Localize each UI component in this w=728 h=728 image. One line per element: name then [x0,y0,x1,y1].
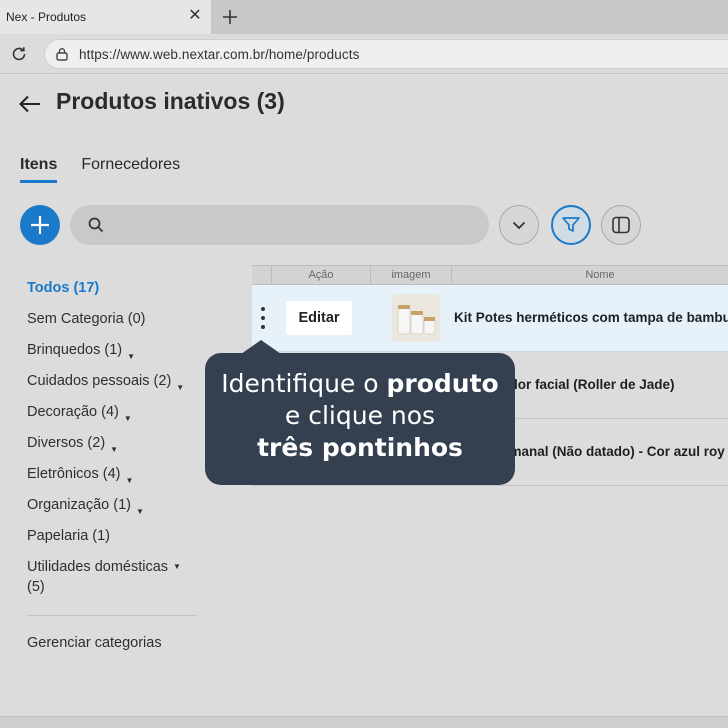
search-bar[interactable] [70,205,489,245]
back-arrow-icon[interactable] [16,90,44,118]
category-label-line2: (5) [27,579,45,595]
tooltip-line-3: três pontinhos [205,432,515,464]
column-header-imagem: imagem [370,266,451,285]
table-header: Ação imagem Nome [252,265,728,285]
url-field[interactable]: https://www.web.nextar.com.br/home/produ… [44,39,728,69]
category-item-diversos[interactable]: Diversos (2) ▼ [27,433,197,464]
caret-down-icon[interactable]: ▼ [173,557,181,577]
caret-down-icon[interactable]: ▼ [136,502,144,522]
category-sidebar: Todos (17) Sem Categoria (0) Brinquedos … [27,278,197,664]
category-label: Eletrônicos (4) [27,466,121,482]
category-label: Organização (1) [27,497,131,513]
manage-categories-link[interactable]: Gerenciar categorias [27,633,197,664]
more-options-icon[interactable] [258,305,268,331]
category-label: Todos (17) [27,280,100,296]
category-item-utilidades-domesticas[interactable]: Utilidades domésticas ▼ (5) [27,557,197,605]
tab-itens[interactable]: Itens [20,156,58,183]
filter-icon [562,217,580,232]
plus-icon [31,216,49,234]
category-item-cuidados-pessoais[interactable]: Cuidados pessoais (2) ▼ [27,371,197,402]
column-header-nome[interactable]: Nome [451,266,728,285]
category-label: Cuidados pessoais (2) [27,373,172,389]
category-item-papelaria[interactable]: Papelaria (1) [27,526,197,557]
select-column-header [252,266,271,285]
close-icon[interactable]: ✕ [187,8,203,24]
page-title: Produtos inativos (3) [56,88,285,115]
tutorial-tooltip: Identifique o produto e clique nos três … [205,353,515,485]
browser-address-bar: https://www.web.nextar.com.br/home/produ… [0,34,728,74]
toggle-sidebar-button[interactable] [601,205,641,245]
caret-down-icon[interactable]: ▼ [125,471,133,491]
site-settings-icon[interactable] [53,45,71,63]
category-label-line1: Utilidades domésticas [27,559,169,575]
page-title-count: (3) [256,88,285,114]
section-tabs: Itens Fornecedores [20,156,180,183]
caret-down-icon[interactable]: ▼ [127,347,135,367]
tooltip-text: Identifique o [221,369,387,398]
category-label: Brinquedos (1) [27,342,123,358]
tooltip-line-1: Identifique o produto [205,368,515,400]
sidebar-panel-icon [612,216,630,234]
browser-tab-title: Nex - Produtos [6,10,87,24]
browser-tabbar: Nex - Produtos ✕ [0,0,728,34]
browser-tab[interactable]: Nex - Produtos ✕ [0,0,211,34]
category-item-todos[interactable]: Todos (17) [27,278,197,309]
expand-options-button[interactable] [499,205,539,245]
category-item-brinquedos[interactable]: Brinquedos (1) ▼ [27,340,197,371]
page-content: Produtos inativos (3) Itens Fornecedores… [0,74,728,716]
jars-image [392,294,440,342]
page-title-text: Produtos inativos [56,88,251,114]
bottom-scrollbar[interactable] [0,716,728,728]
plus-icon[interactable] [218,5,242,29]
chevron-down-icon [512,221,526,229]
product-name: Kit Potes herméticos com tampa de bambu [454,310,728,325]
category-label: Papelaria (1) [27,528,111,544]
category-label: Decoração (4) [27,404,119,420]
tooltip-emphasis: produto [386,369,499,398]
caret-down-icon[interactable]: ▼ [110,440,118,460]
caret-down-icon[interactable]: ▼ [176,378,184,398]
edit-button[interactable]: Editar [286,301,352,335]
category-item-organizacao[interactable]: Organização (1) ▼ [27,495,197,526]
url-text: https://www.web.nextar.com.br/home/produ… [79,46,360,62]
column-header-acao: Ação [271,266,370,285]
table-row[interactable]: Editar Kit Potes herméticos com tampa de… [252,285,728,352]
add-product-button[interactable] [20,205,60,245]
tooltip-emphasis: três pontinhos [257,433,463,462]
search-icon [88,217,104,233]
filter-button[interactable] [551,205,591,245]
product-name: ador facial (Roller de Jade) [502,377,675,392]
category-label: Sem Categoria (0) [27,311,146,327]
tab-fornecedores[interactable]: Fornecedores [81,156,180,183]
category-label: Utilidades domésticas ▼ (5) [27,557,181,597]
reload-icon[interactable] [8,43,30,65]
caret-down-icon[interactable]: ▼ [124,409,132,429]
search-input[interactable] [112,217,472,233]
category-item-sem-categoria[interactable]: Sem Categoria (0) [27,309,197,340]
category-label: Diversos (2) [27,435,106,451]
category-item-decoracao[interactable]: Decoração (4) ▼ [27,402,197,433]
sidebar-divider [27,615,197,616]
product-name: emanal (Não datado) - Cor azul roy [502,444,725,459]
product-image [392,294,440,342]
tooltip-pointer [241,340,281,354]
category-item-eletronicos[interactable]: Eletrônicos (4) ▼ [27,464,197,495]
tooltip-line-2: e clique nos [284,401,436,430]
